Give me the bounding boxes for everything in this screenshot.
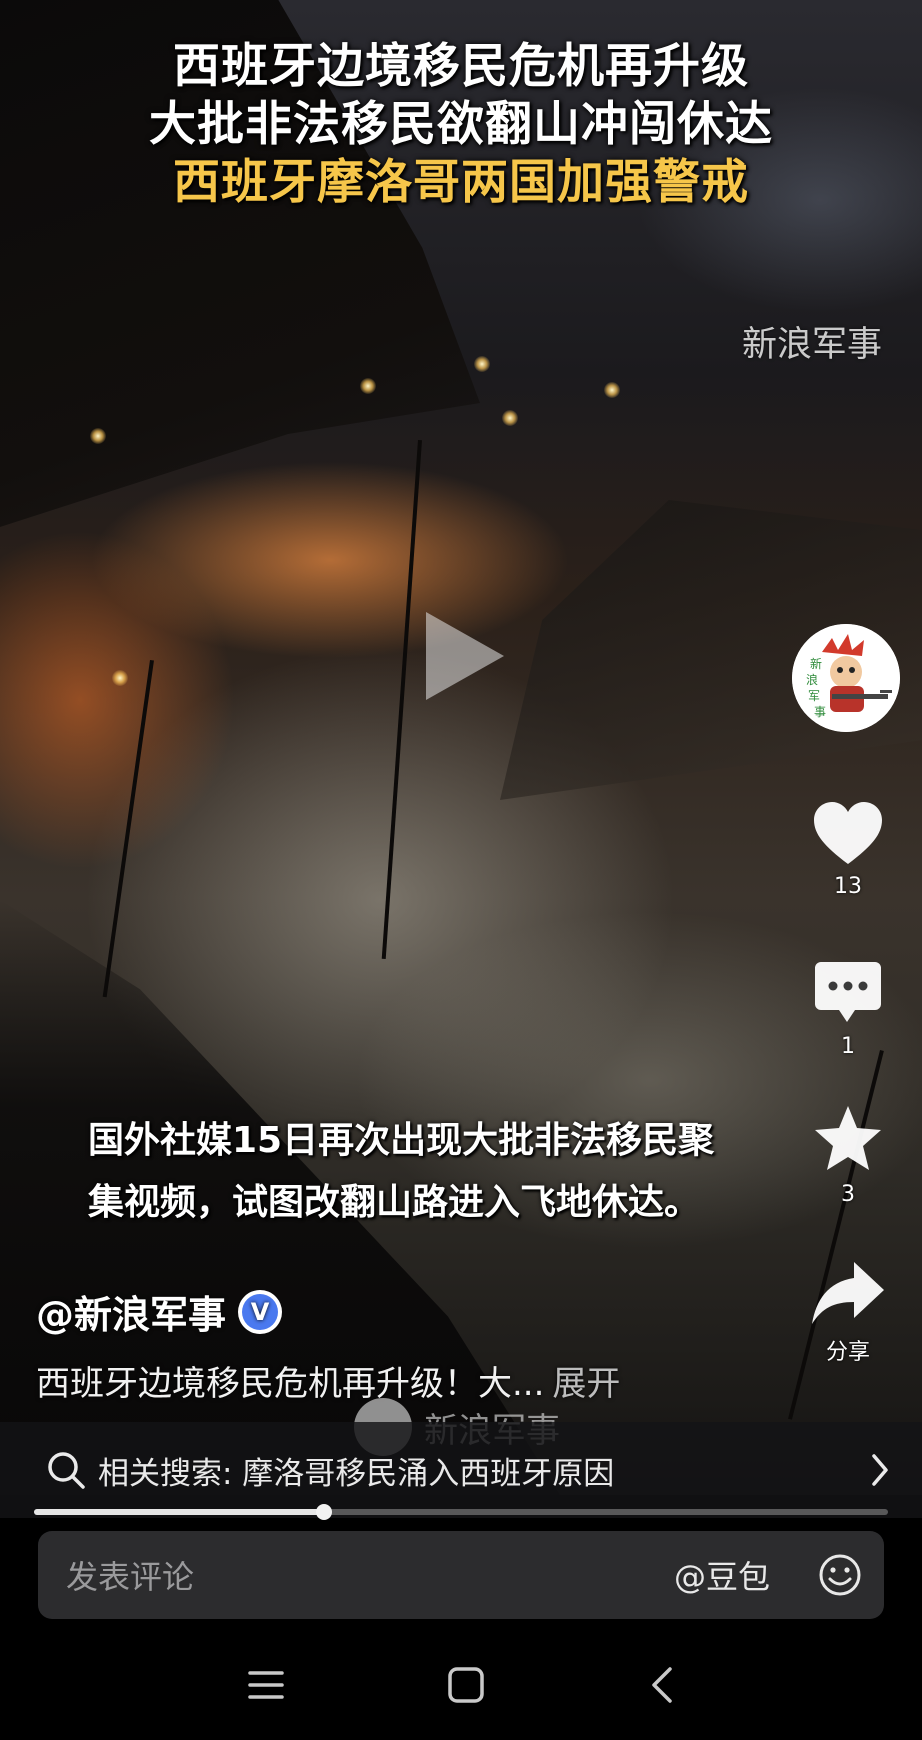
video-progress-bar[interactable] <box>34 1504 888 1520</box>
svg-text:浪: 浪 <box>806 672 818 687</box>
comment-count: 1 <box>841 1034 855 1059</box>
svg-text:新: 新 <box>810 656 822 671</box>
comment-action[interactable]: 1 <box>800 960 896 1059</box>
video-subtitle: 国外社媒15日再次出现大批非法移民聚 集视频，试图改翻山路进入飞地休达。 <box>88 1110 848 1234</box>
video-player[interactable]: 西班牙边境移民危机再升级 大批非法移民欲翻山冲闯休达 西班牙摩洛哥两国加强警戒 … <box>0 0 922 1495</box>
chevron-right-icon <box>872 1454 888 1486</box>
share-icon <box>812 1262 884 1324</box>
emoji-icon[interactable] <box>818 1553 862 1597</box>
sina-military-logo-icon: 新 浪 军 事 <box>792 624 900 732</box>
heart-icon <box>814 802 882 864</box>
mention-doubao-button[interactable]: @豆包 <box>674 1552 770 1598</box>
lamp-post <box>102 660 154 998</box>
like-count: 13 <box>834 874 862 899</box>
author-handle-row[interactable]: @新浪军事 V <box>36 1284 283 1339</box>
menu-icon[interactable] <box>246 1668 286 1702</box>
comment-input-placeholder[interactable]: 发表评论 <box>66 1552 674 1598</box>
lamp-post <box>381 440 422 960</box>
related-search-text: 相关搜索: 摩洛哥移民涌入西班牙原因 <box>98 1455 615 1492</box>
author-handle[interactable]: @新浪军事 <box>36 1284 226 1339</box>
progress-fill <box>34 1509 325 1515</box>
search-icon <box>48 1452 85 1489</box>
title-line-highlight: 西班牙摩洛哥两国加强警戒 <box>173 155 749 210</box>
expand-button[interactable]: 展开 <box>552 1364 620 1404</box>
back-icon[interactable] <box>646 1665 676 1705</box>
subtitle-line-2: 集视频，试图改翻山路进入飞地休达。 <box>88 1182 701 1223</box>
author-avatar[interactable]: 新 浪 军 事 <box>792 624 900 732</box>
home-icon[interactable] <box>446 1665 486 1705</box>
street-lamp <box>474 356 490 372</box>
favorite-count: 3 <box>841 1182 855 1207</box>
like-action[interactable]: 13 <box>800 800 896 899</box>
street-lamp <box>604 382 620 398</box>
subtitle-line-1: 国外社媒15日再次出现大批非法移民聚 <box>88 1120 715 1161</box>
play-icon[interactable] <box>426 612 504 700</box>
share-label: 分享 <box>825 1340 870 1365</box>
system-navigation-bar <box>0 1630 922 1740</box>
related-search-bar[interactable]: 相关搜索: 摩洛哥移民涌入西班牙原因 <box>0 1422 922 1518</box>
title-line-1: 西班牙边境移民危机再升级 <box>173 39 749 94</box>
comment-input-bar[interactable]: 发表评论 @豆包 <box>38 1531 884 1619</box>
favorite-action[interactable]: 3 <box>800 1104 896 1207</box>
channel-watermark: 新浪军事 <box>742 325 883 365</box>
svg-text:军: 军 <box>808 689 820 703</box>
star-icon <box>815 1106 881 1170</box>
street-lamp <box>360 378 376 394</box>
comment-icon <box>815 962 881 1022</box>
share-action[interactable]: 分享 <box>800 1260 896 1366</box>
street-lamp <box>112 670 128 686</box>
verified-badge-icon: V <box>238 1289 283 1334</box>
street-lamp <box>502 410 518 426</box>
title-line-2: 大批非法移民欲翻山冲闯休达 <box>149 97 773 152</box>
svg-text:事: 事 <box>814 705 826 719</box>
video-title-overlay: 西班牙边境移民危机再升级 大批非法移民欲翻山冲闯休达 西班牙摩洛哥两国加强警戒 <box>0 38 922 212</box>
street-lamp <box>90 428 106 444</box>
